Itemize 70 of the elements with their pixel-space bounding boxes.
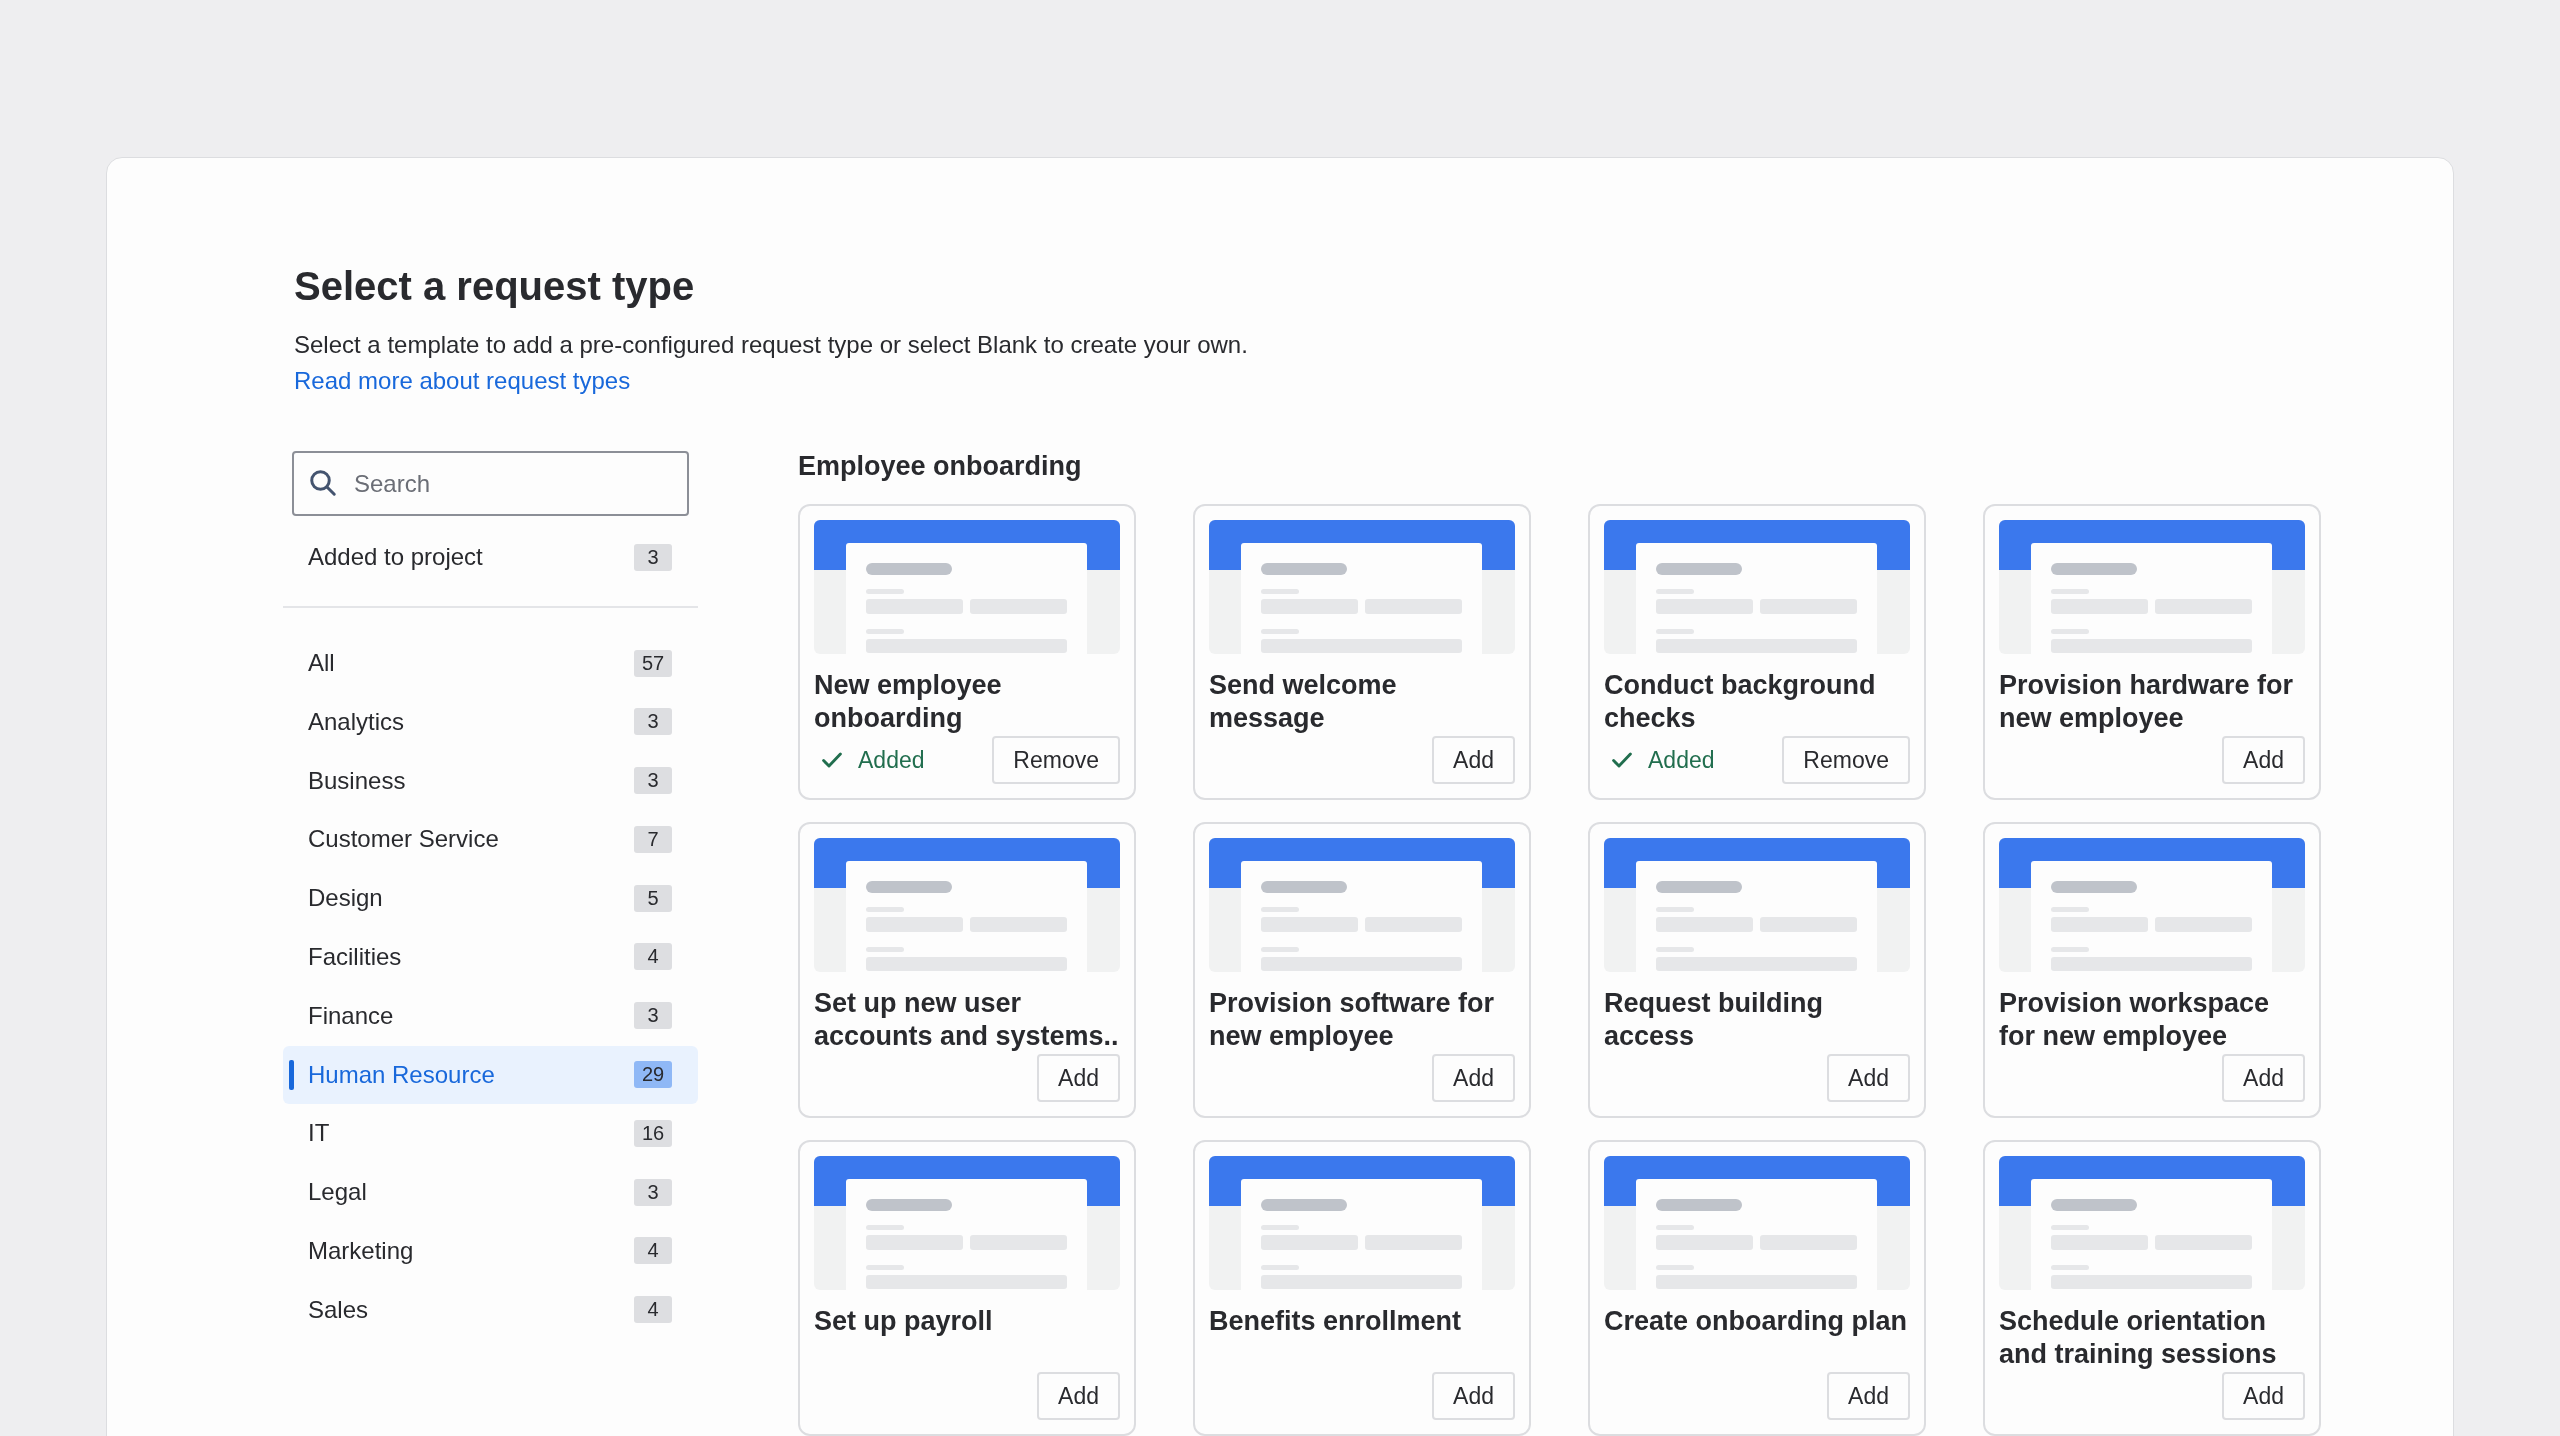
template-card[interactable]: Create onboarding plan Add — [1588, 1140, 1926, 1436]
count-badge: 4 — [634, 1296, 672, 1324]
add-button[interactable]: Add — [1827, 1054, 1910, 1102]
add-button[interactable]: Add — [1432, 1372, 1515, 1420]
category-item[interactable]: Legal 3 — [283, 1163, 698, 1222]
card-title: Conduct background checks — [1604, 669, 1877, 735]
category-item[interactable]: Facilities 4 — [283, 928, 698, 986]
read-more-link[interactable]: Read more about request types — [294, 367, 631, 394]
section-heading: Employee onboarding — [798, 451, 1083, 482]
added-status: Added — [1648, 746, 1715, 774]
card-title: Create onboarding plan — [1604, 1305, 1909, 1338]
card-title: New employee onboarding — [814, 669, 1003, 735]
category-item[interactable]: IT 16 — [283, 1104, 698, 1163]
category-item[interactable]: Customer Service 7 — [283, 810, 698, 869]
add-button[interactable]: Add — [1827, 1372, 1910, 1420]
added-status: Added — [858, 746, 925, 774]
template-card[interactable]: Request building access Add — [1588, 822, 1926, 1118]
page-title: Select a request type — [294, 264, 696, 309]
card-title: Request building access — [1604, 987, 1824, 1053]
search-field[interactable]: Search — [292, 451, 689, 516]
category-item[interactable]: Marketing 4 — [283, 1221, 698, 1280]
template-card[interactable]: Send welcome message Add — [1193, 504, 1531, 800]
count-badge: 5 — [634, 884, 672, 912]
add-button[interactable]: Add — [1037, 1054, 1120, 1102]
template-card[interactable]: Schedule orientation and training sessions Add — [1983, 1140, 2321, 1436]
template-card[interactable]: Provision workspace for new employee Add — [1983, 822, 2321, 1118]
template-card[interactable]: Provision software for new employee Add — [1193, 822, 1531, 1118]
template-card[interactable]: New employee onboarding Added Remove — [798, 504, 1136, 800]
added-filter-item[interactable]: Added to project 3 — [283, 528, 698, 586]
template-card[interactable]: Benefits enrollment Add — [1193, 1140, 1531, 1436]
count-badge: 16 — [634, 1119, 672, 1147]
card-title: Provision workspace for new employee — [1999, 987, 2271, 1053]
count-badge: 3 — [634, 708, 672, 736]
card-title: Provision hardware for new employee — [1999, 669, 2295, 735]
count-badge: 3 — [634, 543, 672, 571]
card-title: Schedule orientation and training sessions — [1999, 1305, 2278, 1371]
count-badge: 4 — [634, 943, 672, 971]
card-title: Set up payroll — [814, 1305, 994, 1338]
category-item[interactable]: Finance 3 — [283, 986, 698, 1045]
count-badge: 3 — [634, 767, 672, 795]
add-button[interactable]: Add — [2222, 1372, 2305, 1420]
remove-button[interactable]: Remove — [1782, 736, 1910, 784]
card-title: Benefits enrollment — [1209, 1305, 1463, 1338]
remove-button[interactable]: Remove — [992, 736, 1120, 784]
count-badge: 4 — [634, 1237, 672, 1265]
add-button[interactable]: Add — [2222, 736, 2305, 784]
card-title: Provision software for new employee — [1209, 987, 1496, 1053]
template-card[interactable]: Conduct background checks Added Remove — [1588, 504, 1926, 800]
category-item[interactable]: Business 3 — [283, 751, 698, 810]
category-item[interactable]: Analytics 3 — [283, 692, 698, 751]
template-card[interactable]: Provision hardware for new employee Add — [1983, 504, 2321, 800]
count-badge: 57 — [634, 649, 672, 677]
add-button[interactable]: Add — [1432, 1054, 1515, 1102]
add-button[interactable]: Add — [2222, 1054, 2305, 1102]
template-card[interactable]: Set up payroll Add — [798, 1140, 1136, 1436]
template-card[interactable]: Set up new user accounts and systems.. Add — [798, 822, 1136, 1118]
count-badge: 29 — [634, 1061, 672, 1089]
card-title: Send welcome message — [1209, 669, 1398, 735]
add-button[interactable]: Add — [1432, 736, 1515, 784]
count-badge: 3 — [634, 1002, 672, 1030]
category-item[interactable]: All 57 — [283, 634, 698, 692]
count-badge: 3 — [634, 1178, 672, 1206]
category-item[interactable]: Sales 4 — [283, 1280, 698, 1339]
search-icon — [308, 468, 338, 498]
card-title: Set up new user accounts and systems.. — [814, 987, 1120, 1053]
description-text: Select a template to add a pre-configured request type or select Blank to create your own. — [294, 331, 1249, 359]
category-item[interactable]: Human Resource 29 — [283, 1045, 698, 1104]
category-item[interactable]: Design 5 — [283, 869, 698, 928]
count-badge: 7 — [634, 825, 672, 853]
add-button[interactable]: Add — [1037, 1372, 1120, 1420]
